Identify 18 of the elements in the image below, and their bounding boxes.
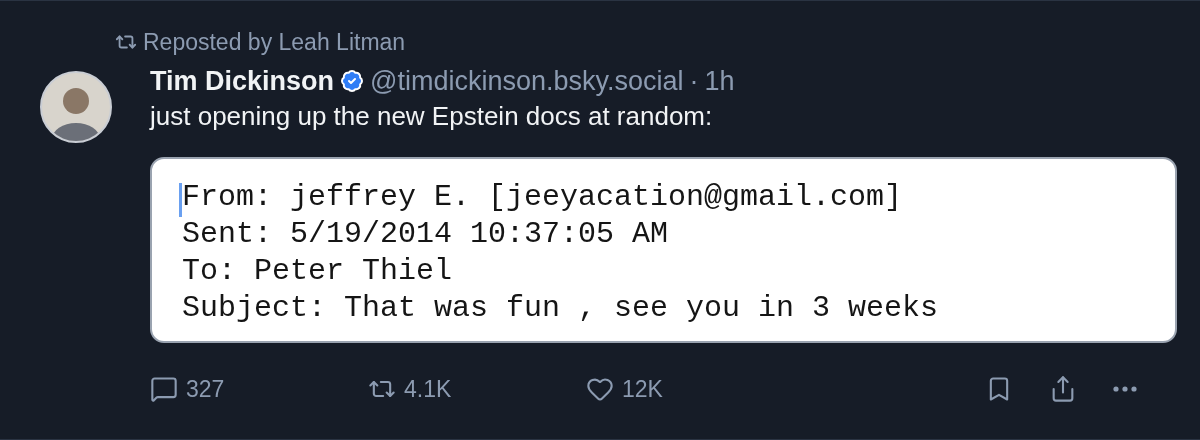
- document-line: From: jeffrey E. [jeeyacation@gmail.com]: [182, 179, 904, 216]
- document-line: Subject: That was fun , see you in 3 weeks: [182, 290, 940, 327]
- author-handle[interactable]: @timdickinson.bsky.social: [370, 65, 684, 97]
- like-button[interactable]: 12K: [586, 375, 663, 403]
- document-line: To: Peter Thiel: [182, 253, 454, 290]
- document-line: Sent: 5/19/2014 10:37:05 AM: [182, 216, 670, 253]
- speech-bubble-icon: [150, 375, 178, 403]
- reply-button[interactable]: 327: [150, 375, 225, 403]
- embedded-document[interactable]: From: jeffrey E. [jeeyacation@gmail.com] Sent: 5/19/2014 10:37:05 AM To: Peter Thiel Subject: That was fun , see you in 3 weeks: [150, 157, 1177, 343]
- post-text: just opening up the new Epstein docs at random:: [150, 101, 714, 133]
- repost-label[interactable]: Reposted by Leah Litman: [143, 28, 406, 56]
- more-button[interactable]: [1113, 386, 1137, 392]
- more-icon: [1113, 386, 1137, 392]
- separator: ·: [689, 65, 699, 97]
- text-cursor: [179, 183, 182, 217]
- repost-button[interactable]: 4.1K: [368, 375, 452, 403]
- post-time[interactable]: 1h: [704, 65, 735, 97]
- author-name[interactable]: Tim Dickinson: [150, 65, 335, 97]
